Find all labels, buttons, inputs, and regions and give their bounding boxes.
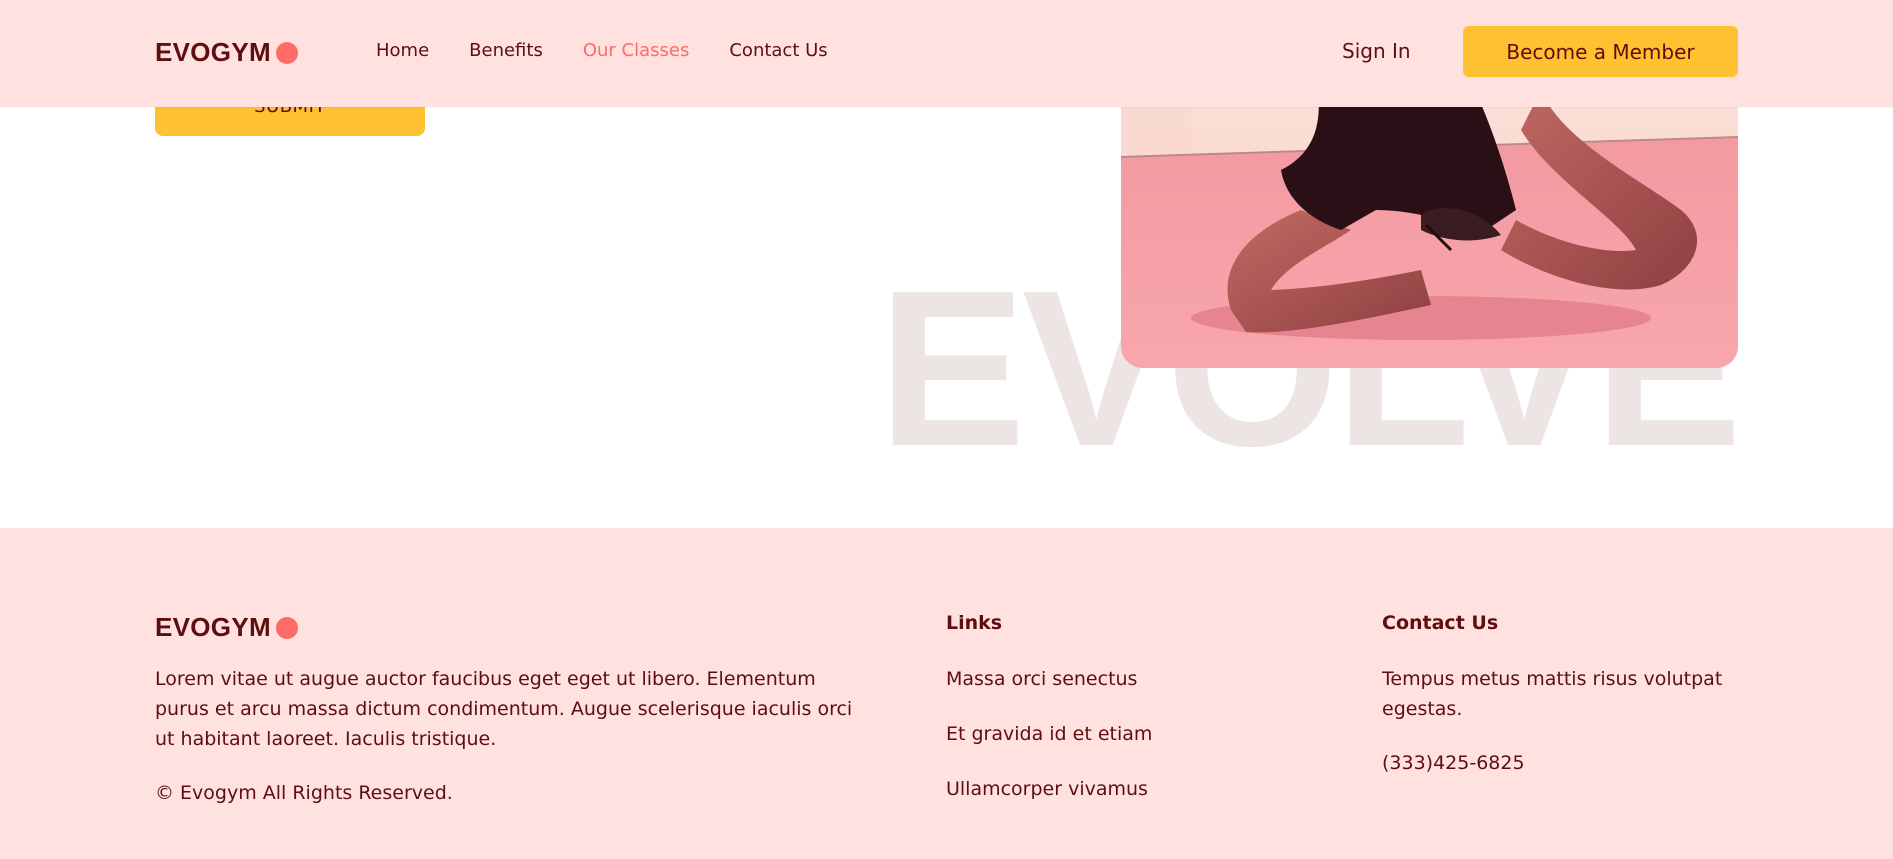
- contact-phone[interactable]: (333)425-6825: [1382, 752, 1525, 774]
- footer-link[interactable]: Massa orci senectus: [946, 668, 1152, 723]
- header-logo[interactable]: EVOGYM: [155, 37, 298, 68]
- contact-title: Contact Us: [1382, 612, 1499, 634]
- nav-home[interactable]: Home: [376, 40, 429, 61]
- become-member-button[interactable]: Become a Member: [1463, 26, 1738, 77]
- footer-links-list: Massa orci senectus Et gravida id et eti…: [946, 668, 1152, 833]
- footer-logo[interactable]: EVOGYM: [155, 612, 298, 643]
- top-navbar: EVOGYM Home Benefits Our Classes Contact…: [0, 0, 1893, 107]
- footer-link[interactable]: Ullamcorper vivamus: [946, 778, 1152, 833]
- contact-text: Tempus metus mattis risus volutpat egest…: [1382, 668, 1723, 720]
- copyright-text: © Evogym All Rights Reserved.: [155, 782, 453, 804]
- footer: EVOGYM Lorem vitae ut augue auctor fauci…: [0, 528, 1893, 859]
- logo-dot-icon: [275, 616, 298, 639]
- logo-dot-icon: [275, 41, 298, 64]
- logo-text: EVOGYM: [155, 612, 271, 642]
- nav-our-classes[interactable]: Our Classes: [583, 40, 690, 61]
- nav-benefits[interactable]: Benefits: [469, 40, 543, 61]
- main-nav: Home Benefits Our Classes Contact Us: [376, 40, 828, 61]
- links-title: Links: [946, 612, 1003, 634]
- logo-text: EVOGYM: [155, 37, 271, 67]
- footer-link[interactable]: Et gravida id et etiam: [946, 723, 1152, 778]
- nav-contact-us[interactable]: Contact Us: [729, 40, 827, 61]
- footer-description: Lorem vitae ut augue auctor faucibus ege…: [155, 668, 853, 750]
- sign-in-link[interactable]: Sign In: [1342, 39, 1411, 63]
